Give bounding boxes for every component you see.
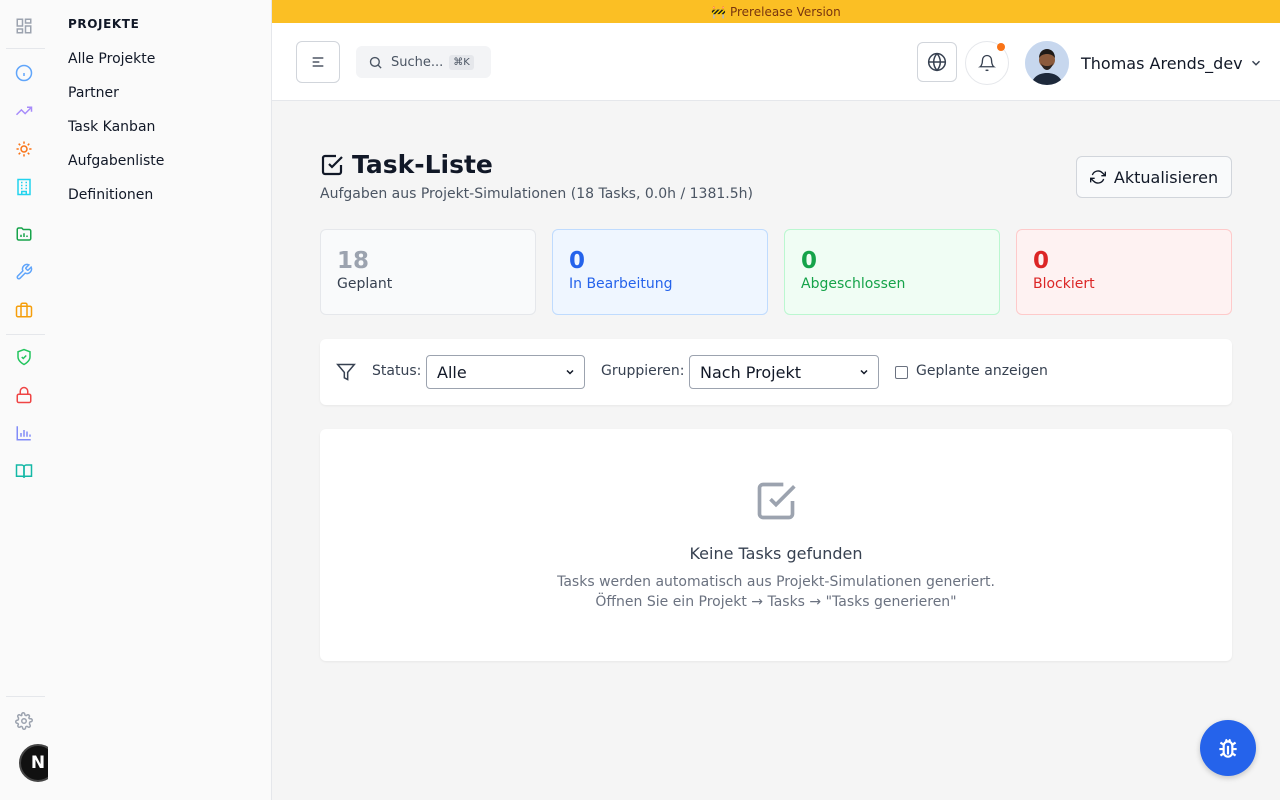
group-filter-label: Gruppieren: bbox=[601, 363, 685, 379]
status-filter-label: Status: bbox=[372, 363, 422, 379]
search-input[interactable]: Suche... ⌘K bbox=[356, 46, 491, 78]
status-select[interactable]: Alle bbox=[426, 355, 585, 389]
subnav-item-aufgabenliste[interactable]: Aufgabenliste bbox=[68, 153, 164, 169]
show-planned-checkbox[interactable] bbox=[895, 366, 908, 379]
search-icon bbox=[369, 56, 382, 69]
bar-chart-icon[interactable] bbox=[14, 423, 34, 443]
page-subtitle: Aufgaben aus Projekt-Simulationen (18 Ta… bbox=[320, 186, 753, 202]
bug-icon bbox=[1219, 738, 1237, 758]
prerelease-banner: 🚧 Prerelease Version bbox=[272, 0, 1280, 23]
chevron-down-icon bbox=[860, 369, 868, 375]
menu-toggle-button[interactable] bbox=[296, 41, 340, 83]
search-shortcut: ⌘K bbox=[449, 54, 474, 70]
lock-icon[interactable] bbox=[14, 385, 34, 405]
filter-bar: Status: Alle Gruppieren: Nach Projekt Ge… bbox=[320, 339, 1232, 405]
stat-label: Abgeschlossen bbox=[801, 276, 906, 292]
page-title-row: Task-Liste bbox=[320, 150, 493, 179]
checkbox-icon bbox=[321, 154, 343, 175]
notifications-button[interactable] bbox=[965, 41, 1009, 85]
stat-label: In Bearbeitung bbox=[569, 276, 673, 292]
book-icon[interactable] bbox=[14, 461, 34, 481]
refresh-label: Aktualisieren bbox=[1113, 167, 1219, 187]
subnav-item-partner[interactable]: Partner bbox=[68, 85, 119, 101]
stat-value: 0 bbox=[801, 248, 818, 274]
empty-checkbox-icon bbox=[757, 482, 796, 520]
info-icon[interactable] bbox=[14, 63, 34, 83]
settings-sun-icon[interactable] bbox=[14, 139, 34, 159]
refresh-icon bbox=[1089, 170, 1106, 184]
icon-rail bbox=[0, 0, 48, 800]
briefcase-icon[interactable] bbox=[14, 300, 34, 320]
rail-divider bbox=[6, 48, 45, 49]
stat-value: 0 bbox=[569, 248, 586, 274]
language-button[interactable] bbox=[917, 42, 957, 82]
building-icon[interactable] bbox=[14, 177, 34, 197]
chevron-down-icon bbox=[566, 369, 574, 375]
stat-value: 18 bbox=[337, 248, 370, 274]
subnav-heading: PROJEKTE bbox=[68, 17, 140, 31]
page-title: Task-Liste bbox=[352, 150, 493, 179]
stat-value: 0 bbox=[1033, 248, 1050, 274]
subnav-item-alle-projekte[interactable]: Alle Projekte bbox=[68, 51, 155, 67]
shield-check-icon[interactable] bbox=[14, 347, 34, 367]
stat-card-completed: 0 Abgeschlossen bbox=[784, 229, 1000, 315]
group-select-value: Nach Projekt bbox=[700, 362, 802, 382]
empty-state-text: Tasks werden automatisch aus Projekt-Sim… bbox=[557, 574, 995, 590]
empty-state-card: Keine Tasks gefunden Tasks werden automa… bbox=[320, 429, 1232, 661]
show-planned-label[interactable]: Geplante anzeigen bbox=[916, 363, 1048, 379]
rail-divider bbox=[6, 696, 45, 697]
user-name: Thomas Arends_dev bbox=[1081, 53, 1243, 73]
stat-label: Geplant bbox=[337, 276, 393, 292]
bug-report-button[interactable] bbox=[1200, 720, 1256, 776]
group-select[interactable]: Nach Projekt bbox=[689, 355, 879, 389]
stat-card-planned: 18 Geplant bbox=[320, 229, 536, 315]
status-select-value: Alle bbox=[437, 362, 467, 382]
wrench-icon[interactable] bbox=[14, 262, 34, 282]
search-placeholder: Suche... bbox=[391, 54, 444, 70]
user-menu[interactable]: Thomas Arends_dev bbox=[1025, 41, 1263, 85]
stat-card-blocked: 0 Blockiert bbox=[1016, 229, 1232, 315]
trending-icon[interactable] bbox=[14, 101, 34, 121]
notification-dot bbox=[997, 43, 1005, 51]
menu-icon bbox=[312, 57, 324, 67]
subnav-item-task-kanban[interactable]: Task Kanban bbox=[68, 119, 155, 135]
globe-icon bbox=[927, 52, 947, 72]
filter-icon bbox=[336, 363, 356, 381]
bell-icon bbox=[978, 54, 996, 72]
dashboard-icon[interactable] bbox=[14, 16, 34, 36]
empty-state-text: Öffnen Sie ein Projekt → Tasks → "Tasks … bbox=[595, 594, 957, 610]
stat-card-in-progress: 0 In Bearbeitung bbox=[552, 229, 768, 315]
empty-state-title: Keine Tasks gefunden bbox=[689, 544, 863, 563]
chevron-down-icon bbox=[1251, 60, 1260, 66]
subnav-item-definitionen[interactable]: Definitionen bbox=[68, 187, 153, 203]
top-header: Suche... ⌘K Thomas Arends_dev bbox=[272, 23, 1280, 101]
refresh-button[interactable]: Aktualisieren bbox=[1076, 156, 1232, 198]
folder-chart-icon[interactable] bbox=[14, 224, 34, 244]
rail-divider bbox=[6, 334, 45, 335]
avatar bbox=[1025, 41, 1069, 85]
stat-label: Blockiert bbox=[1033, 276, 1095, 292]
sub-sidebar: PROJEKTE Alle Projekte Partner Task Kanb… bbox=[48, 0, 272, 800]
gear-icon[interactable] bbox=[14, 711, 34, 731]
